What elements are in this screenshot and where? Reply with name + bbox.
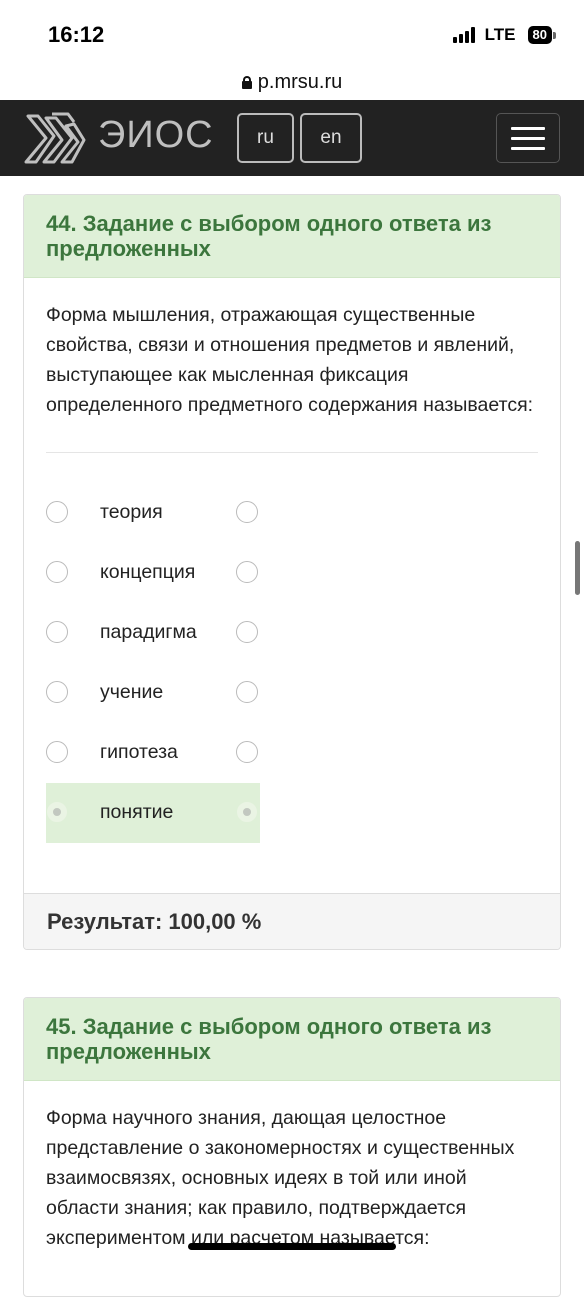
- option-ponyatie-selected[interactable]: понятие: [46, 783, 260, 843]
- radio-button[interactable]: [236, 501, 258, 523]
- site-header: ЭИОС ru en: [0, 100, 584, 176]
- radio-button[interactable]: [236, 621, 258, 643]
- signal-icon: [452, 27, 475, 43]
- question-text: Форма мышления, отражающая существенные …: [46, 304, 534, 416]
- result-label: Результат:: [47, 908, 163, 934]
- lock-icon: [241, 75, 252, 89]
- status-indicators: LTE 80: [452, 25, 556, 45]
- lang-ru-button[interactable]: ru: [237, 113, 294, 163]
- scrollbar[interactable]: [575, 541, 580, 595]
- url-text: p.mrsu.ru: [257, 70, 343, 93]
- question-title: 44. Задание с выбором одного ответа из п…: [24, 195, 560, 278]
- logo-icon[interactable]: [22, 110, 88, 166]
- option-teoriya[interactable]: теория: [46, 483, 260, 543]
- menu-button[interactable]: [496, 113, 560, 163]
- radio-button[interactable]: [46, 681, 68, 703]
- option-label: гипотеза: [100, 741, 178, 763]
- option-uchenie[interactable]: учение: [46, 663, 260, 723]
- address-bar[interactable]: p.mrsu.ru: [0, 64, 584, 100]
- battery-level: 80: [527, 26, 552, 44]
- result-value: 100,00 %: [168, 908, 262, 934]
- radio-button[interactable]: [46, 501, 68, 523]
- option-paradigma[interactable]: парадигма: [46, 603, 260, 663]
- option-label: понятие: [100, 801, 174, 823]
- radio-button[interactable]: [46, 561, 68, 583]
- network-type: LTE: [484, 25, 516, 44]
- answer-options: теория концепция парадигма учение гипоте: [46, 483, 538, 843]
- radio-button[interactable]: [236, 681, 258, 703]
- radio-button[interactable]: [46, 621, 68, 643]
- option-gipoteza[interactable]: гипотеза: [46, 723, 260, 783]
- divider: [46, 452, 538, 453]
- option-label: теория: [100, 501, 163, 523]
- option-label: концепция: [100, 561, 196, 583]
- lang-en-button[interactable]: en: [300, 113, 362, 163]
- status-time: 16:12: [48, 22, 105, 47]
- radio-button[interactable]: [46, 741, 68, 763]
- brand-name[interactable]: ЭИОС: [98, 114, 214, 157]
- home-indicator[interactable]: [188, 1243, 396, 1250]
- battery-icon: 80: [527, 26, 556, 44]
- option-kontseptsiya[interactable]: концепция: [46, 543, 260, 603]
- radio-button[interactable]: [236, 561, 258, 583]
- radio-button-checked[interactable]: [46, 801, 68, 823]
- radio-button-checked[interactable]: [236, 801, 258, 823]
- question-title: 45. Задание с выбором одного ответа из п…: [24, 998, 560, 1081]
- question-card-44: 44. Задание с выбором одного ответа из п…: [23, 194, 561, 950]
- option-label: учение: [100, 681, 164, 703]
- status-bar: 16:12 LTE 80: [0, 0, 584, 64]
- radio-button[interactable]: [236, 741, 258, 763]
- question-card-45: 45. Задание с выбором одного ответа из п…: [23, 997, 561, 1297]
- result-bar: Результат: 100,00 %: [24, 893, 560, 949]
- option-label: парадигма: [100, 621, 197, 643]
- question-text: Форма научного знания, дающая целостное …: [46, 1107, 515, 1249]
